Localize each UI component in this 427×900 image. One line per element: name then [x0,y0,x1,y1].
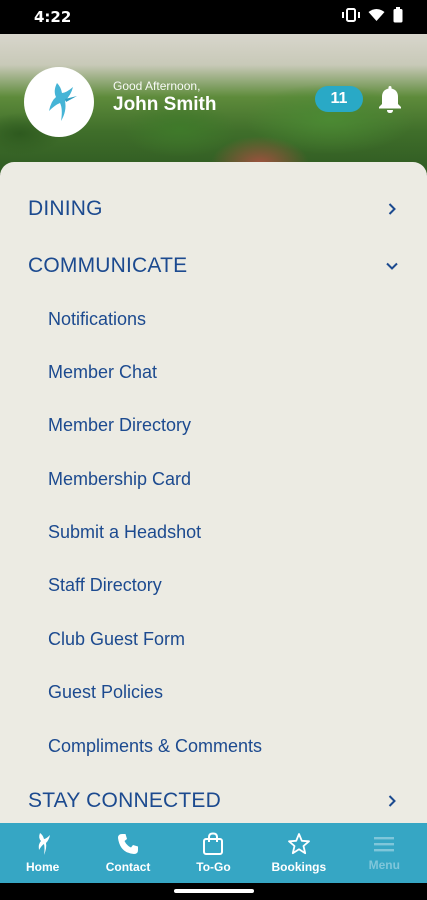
chevron-down-icon [385,259,399,273]
hamburger-icon [374,837,395,852]
tab-menu[interactable]: Menu [342,834,427,872]
menu-item-member-directory[interactable]: Member Directory [48,415,191,436]
tab-label: Bookings [271,860,327,874]
menu-item-member-chat[interactable]: Member Chat [48,362,157,383]
battery-icon [393,7,403,27]
menu-item-membership-card[interactable]: Membership Card [48,469,191,490]
bottom-tab-bar: Home Contact To-Go Bookings Menu [0,823,427,883]
menu-item-staff-directory[interactable]: Staff Directory [48,575,162,596]
phone-icon [118,834,139,854]
menu-section-stay-connected[interactable]: STAY CONNECTED [28,786,399,816]
menu-panel: DINING COMMUNICATE Notifications Member … [0,162,427,823]
tab-contact[interactable]: Contact [86,832,171,874]
gesture-nav-area [0,883,427,900]
tab-home[interactable]: Home [0,832,85,874]
section-label: COMMUNICATE [28,254,188,277]
chevron-right-icon [385,794,399,808]
notification-count-badge[interactable]: 11 [315,86,363,112]
chevron-right-icon [385,202,399,216]
menu-item-compliments-comments[interactable]: Compliments & Comments [48,736,262,757]
vibrate-icon [342,8,360,26]
wifi-icon [368,8,385,26]
club-logo[interactable] [24,67,94,137]
section-label: DINING [28,197,103,220]
greeting-block: Good Afternoon, John Smith [113,79,216,116]
tab-label: Home [26,860,60,874]
tab-to-go[interactable]: To-Go [171,832,256,874]
tab-bookings[interactable]: Bookings [256,832,341,874]
tab-label: To-Go [196,860,231,874]
shopping-bag-icon [203,832,224,855]
status-icons [342,7,403,27]
menu-item-notifications[interactable]: Notifications [48,309,146,330]
greeting-text: Good Afternoon, [113,79,201,93]
menu-item-club-guest-form[interactable]: Club Guest Form [48,629,185,650]
hummingbird-logo [49,83,77,121]
menu-section-dining[interactable]: DINING [28,194,399,224]
menu-item-guest-policies[interactable]: Guest Policies [48,682,163,703]
section-label: STAY CONNECTED [28,789,221,812]
status-bar: 4:22 [0,0,427,34]
user-name: John Smith [113,94,217,115]
menu-section-communicate[interactable]: COMMUNICATE [28,251,399,281]
menu-item-submit-headshot[interactable]: Submit a Headshot [48,522,201,543]
star-icon [287,833,310,855]
hummingbird-icon [38,833,50,855]
tab-label: Menu [368,858,400,872]
tab-label: Contact [105,860,151,874]
gesture-handle[interactable] [174,889,254,893]
bell-icon[interactable] [376,84,404,119]
status-time: 4:22 [34,8,72,26]
header-banner: Good Afternoon, John Smith 11 [0,34,427,174]
